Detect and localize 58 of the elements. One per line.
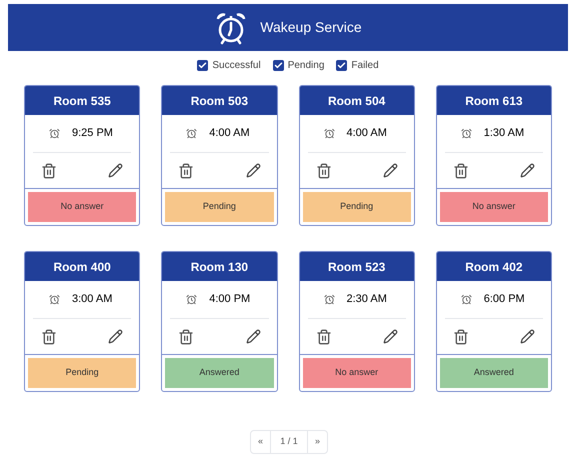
alarm-clock-icon: [460, 128, 472, 139]
filter-checkbox[interactable]: [336, 60, 348, 70]
room-title: Room 503: [162, 86, 276, 115]
edit-button[interactable]: [246, 163, 260, 178]
alarm-time: 2:30 AM: [346, 292, 387, 308]
alarm-time: 6:00 PM: [484, 292, 525, 308]
filter-checkbox[interactable]: [272, 60, 284, 70]
status-label: Pending: [165, 192, 274, 222]
delete-button[interactable]: [452, 162, 469, 178]
room-title: Room 130: [162, 252, 276, 281]
edit-button[interactable]: [108, 329, 124, 344]
edit-button[interactable]: [382, 329, 398, 344]
alarm-time: 3:00 AM: [72, 292, 112, 308]
room-title: Room 402: [436, 252, 551, 281]
page-indicator: 1 / 1: [279, 435, 299, 448]
delete-button[interactable]: [178, 328, 194, 344]
filter-checkbox[interactable]: [197, 60, 208, 70]
room-title: Room 523: [300, 252, 414, 281]
previous-page-button[interactable]: «: [251, 431, 271, 453]
status-label: No answer: [440, 192, 548, 222]
status-label: No answer: [28, 192, 136, 222]
edit-button[interactable]: [108, 163, 124, 178]
edit-button[interactable]: [520, 163, 535, 178]
filter-label: Pending: [288, 58, 324, 72]
alarm-clock-icon: [186, 128, 198, 139]
alarm-clock-icon: [49, 294, 60, 305]
delete-button[interactable]: [41, 162, 57, 178]
status-label: No answer: [302, 358, 411, 388]
status-label: Pending: [302, 192, 411, 222]
status-label: Answered: [165, 358, 274, 388]
next-page-button[interactable]: »: [307, 431, 327, 453]
filter-label: Successful: [212, 58, 261, 72]
filter-label: Failed: [351, 58, 379, 72]
alarm-clock-icon: [460, 294, 472, 305]
room-title: Room 400: [25, 252, 140, 281]
delete-button[interactable]: [316, 162, 332, 178]
room-title: Room 504: [300, 86, 414, 115]
alarm-time: 4:00 AM: [346, 126, 387, 142]
delete-button[interactable]: [452, 328, 469, 344]
status-label: Pending: [28, 358, 136, 388]
status-label: Answered: [440, 358, 548, 388]
room-title: Room 613: [436, 86, 551, 115]
alarm-time: 9:25 PM: [72, 126, 113, 142]
delete-button[interactable]: [41, 328, 57, 344]
delete-button[interactable]: [316, 328, 332, 344]
alarm-time: 4:00 AM: [209, 126, 250, 142]
edit-button[interactable]: [382, 163, 398, 178]
app-title: Wakeup Service: [260, 18, 362, 37]
alarm-time: 1:30 AM: [484, 126, 524, 142]
alarm-clock-icon: [186, 294, 198, 305]
edit-button[interactable]: [246, 329, 260, 344]
alarm-clock-icon: [324, 294, 334, 305]
room-title: Room 535: [25, 86, 140, 115]
edit-button[interactable]: [520, 329, 535, 344]
delete-button[interactable]: [178, 162, 194, 178]
alarm-time: 4:00 PM: [209, 292, 250, 308]
alarm-clock-icon: [324, 128, 334, 139]
alarm-clock-icon: [49, 128, 60, 139]
